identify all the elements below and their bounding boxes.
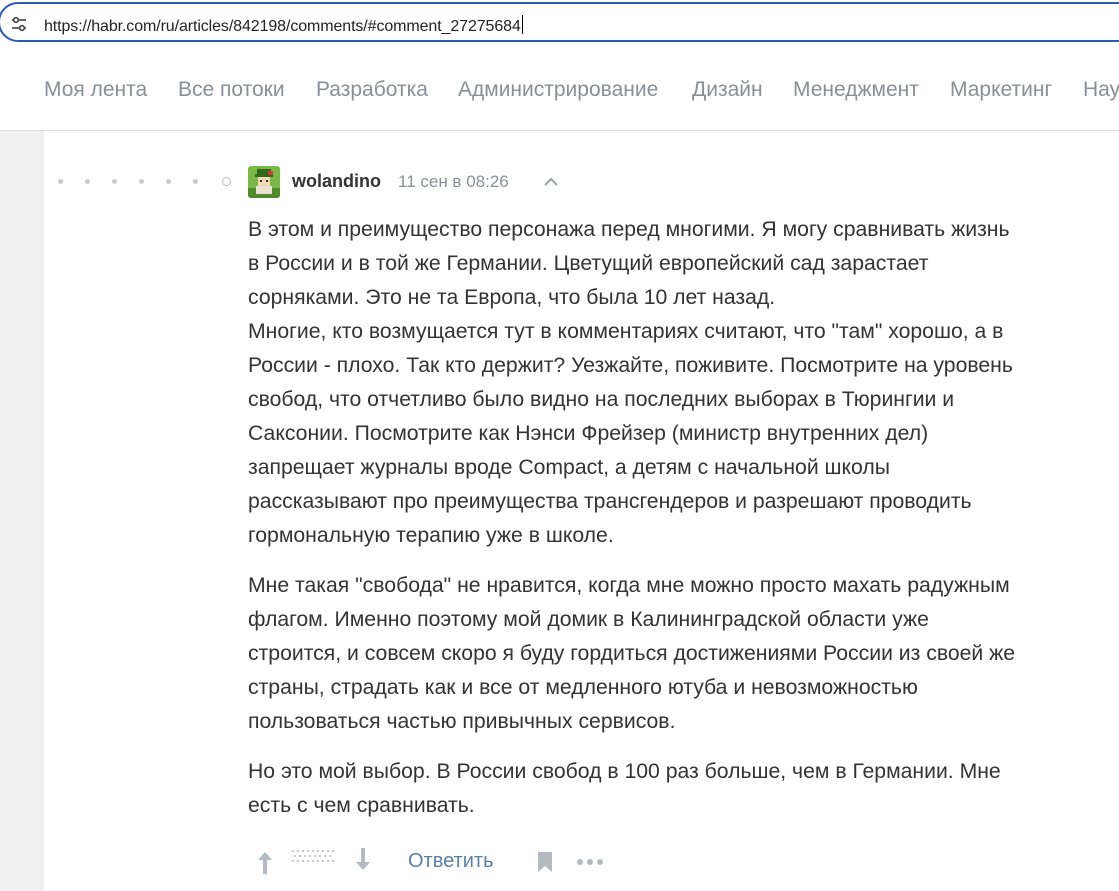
thread-current-ring xyxy=(222,177,231,186)
thread-dot xyxy=(139,179,144,184)
nav-item-science[interactable]: Нау xyxy=(1083,78,1119,102)
avatar-image xyxy=(248,166,280,198)
hub-navigation: Моя лента Все потоки Разработка Админист… xyxy=(0,50,1119,131)
nav-item-feed[interactable]: Моя лента xyxy=(44,78,147,102)
browser-toolbar: https://habr.com/ru/articles/842198/comm… xyxy=(0,0,1119,50)
thread-dot xyxy=(193,179,198,184)
thread-dot xyxy=(85,179,90,184)
nav-item-design[interactable]: Дизайн xyxy=(692,78,763,102)
comment-timestamp[interactable]: 11 сен в 08:26 xyxy=(398,172,509,192)
more-icon[interactable] xyxy=(576,848,606,874)
nav-item-all-streams[interactable]: Все потоки xyxy=(178,78,285,102)
bookmark-icon[interactable] xyxy=(536,848,554,874)
chevron-up-icon[interactable] xyxy=(542,175,560,187)
nav-item-marketing[interactable]: Маркетинг xyxy=(950,78,1052,102)
nav-item-management[interactable]: Менеджмент xyxy=(793,78,919,102)
rating-placeholder-icon xyxy=(292,850,334,862)
comment-paragraph: В этом и преимущество персонажа перед мн… xyxy=(248,218,1013,547)
comment-author[interactable]: wolandino xyxy=(292,171,381,192)
arrow-up-icon[interactable] xyxy=(256,848,274,874)
arrow-down-icon[interactable] xyxy=(354,848,372,874)
address-bar[interactable]: https://habr.com/ru/articles/842198/comm… xyxy=(0,2,1119,42)
nav-item-administration[interactable]: Администрирование xyxy=(458,78,658,102)
nav-item-development[interactable]: Разработка xyxy=(316,78,428,102)
reply-button[interactable]: Ответить xyxy=(408,850,494,873)
url-input[interactable]: https://habr.com/ru/articles/842198/comm… xyxy=(44,15,523,36)
comment-actions: Ответить xyxy=(248,848,628,878)
comment-body: В этом и преимущество персонажа перед мн… xyxy=(248,213,1098,839)
avatar[interactable] xyxy=(248,166,280,198)
tune-icon[interactable] xyxy=(10,16,28,32)
thread-dot xyxy=(166,179,171,184)
comment-paragraph: Мне такая "свобода" не нравится, когда м… xyxy=(248,574,1016,733)
thread-dot xyxy=(112,179,117,184)
thread-dot xyxy=(58,179,63,184)
comment-paragraph: Но это мой выбор. В России свобод в 100 … xyxy=(248,760,1001,817)
